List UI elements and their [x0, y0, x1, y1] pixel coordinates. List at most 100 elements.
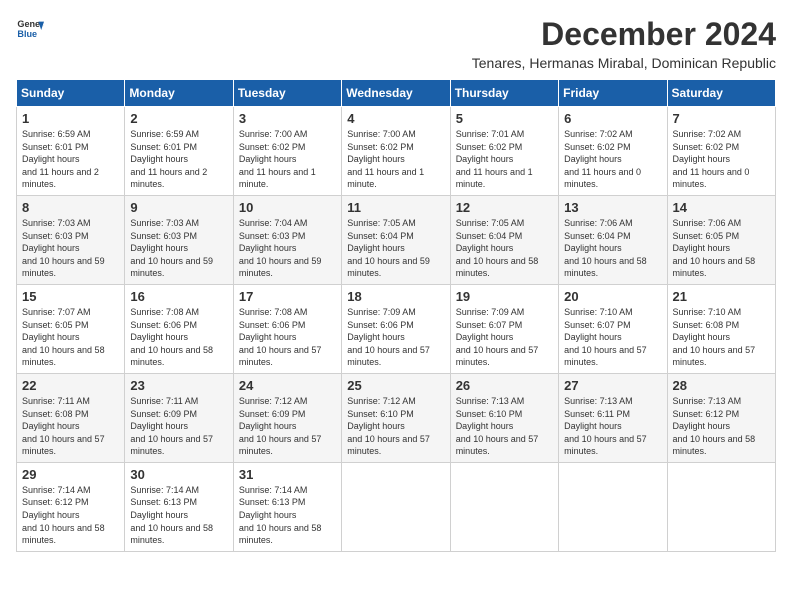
title-section: December 2024 Tenares, Hermanas Mirabal,…	[472, 16, 776, 71]
day-number: 29	[22, 467, 119, 482]
day-number: 25	[347, 378, 444, 393]
calendar-cell: 13Sunrise: 7:06 AMSunset: 6:04 PMDayligh…	[559, 195, 667, 284]
calendar-cell: 20Sunrise: 7:10 AMSunset: 6:07 PMDayligh…	[559, 284, 667, 373]
day-number: 4	[347, 111, 444, 126]
cell-content: Sunrise: 7:09 AMSunset: 6:06 PMDaylight …	[347, 306, 444, 369]
weekday-header: Thursday	[450, 80, 558, 107]
calendar-cell: 30 Sunrise: 7:14 AMSunset: 6:13 PMDayligh…	[125, 462, 233, 551]
cell-content: Sunrise: 7:14 AMSunset: 6:13 PMDaylight …	[239, 484, 336, 547]
day-number: 18	[347, 289, 444, 304]
calendar-cell: 9 Sunrise: 7:03 AMSunset: 6:03 PMDaylight…	[125, 195, 233, 284]
calendar-cell: 26Sunrise: 7:13 AMSunset: 6:10 PMDayligh…	[450, 373, 558, 462]
page-header: General Blue December 2024 Tenares, Herm…	[16, 16, 776, 71]
calendar-cell: 29 Sunrise: 7:14 AMSunset: 6:12 PMDayligh…	[17, 462, 125, 551]
weekday-header: Tuesday	[233, 80, 341, 107]
calendar-cell: 19 Sunrise: 7:09 AMSunset: 6:07 PMDayligh…	[450, 284, 558, 373]
cell-content: Sunrise: 7:13 AMSunset: 6:12 PMDaylight …	[673, 395, 770, 458]
calendar-cell: 6 Sunrise: 7:02 AMSunset: 6:02 PMDaylight…	[559, 107, 667, 196]
day-number: 16	[130, 289, 227, 304]
calendar-cell: 14Sunrise: 7:06 AMSunset: 6:05 PMDayligh…	[667, 195, 775, 284]
day-number: 8	[22, 200, 119, 215]
cell-content: Sunrise: 7:03 AMSunset: 6:03 PMDaylight …	[22, 217, 119, 280]
cell-content: Sunrise: 7:06 AMSunset: 6:05 PMDaylight …	[673, 217, 770, 280]
cell-content: Sunrise: 7:07 AMSunset: 6:05 PMDaylight …	[22, 306, 119, 369]
day-number: 30	[130, 467, 227, 482]
calendar-cell: 17 Sunrise: 7:08 AMSunset: 6:06 PMDayligh…	[233, 284, 341, 373]
calendar-cell: 15 Sunrise: 7:07 AMSunset: 6:05 PMDayligh…	[17, 284, 125, 373]
day-number: 12	[456, 200, 553, 215]
cell-content: Sunrise: 7:14 AMSunset: 6:13 PMDaylight …	[130, 484, 227, 547]
day-number: 2	[130, 111, 227, 126]
calendar-cell: 7 Sunrise: 7:02 AMSunset: 6:02 PMDaylight…	[667, 107, 775, 196]
day-number: 22	[22, 378, 119, 393]
cell-content: Sunrise: 7:13 AMSunset: 6:11 PMDaylight …	[564, 395, 661, 458]
calendar-cell	[342, 462, 450, 551]
cell-content: Sunrise: 7:05 AMSunset: 6:04 PMDaylight …	[456, 217, 553, 280]
logo: General Blue	[16, 16, 44, 44]
day-number: 7	[673, 111, 770, 126]
calendar-cell: 27 Sunrise: 7:13 AMSunset: 6:11 PMDayligh…	[559, 373, 667, 462]
calendar-cell: 8 Sunrise: 7:03 AMSunset: 6:03 PMDaylight…	[17, 195, 125, 284]
calendar-week-row: 1 Sunrise: 6:59 AMSunset: 6:01 PMDaylight…	[17, 107, 776, 196]
calendar-cell: 12 Sunrise: 7:05 AMSunset: 6:04 PMDayligh…	[450, 195, 558, 284]
day-number: 6	[564, 111, 661, 126]
weekday-header: Sunday	[17, 80, 125, 107]
cell-content: Sunrise: 7:02 AMSunset: 6:02 PMDaylight …	[673, 128, 770, 191]
day-number: 21	[673, 289, 770, 304]
calendar-cell: 25 Sunrise: 7:12 AMSunset: 6:10 PMDayligh…	[342, 373, 450, 462]
day-number: 15	[22, 289, 119, 304]
cell-content: Sunrise: 7:05 AMSunset: 6:04 PMDaylight …	[347, 217, 444, 280]
calendar-cell: 31 Sunrise: 7:14 AMSunset: 6:13 PMDayligh…	[233, 462, 341, 551]
cell-content: Sunrise: 7:00 AMSunset: 6:02 PMDaylight …	[239, 128, 336, 191]
calendar-cell	[667, 462, 775, 551]
calendar-cell: 3 Sunrise: 7:00 AMSunset: 6:02 PMDaylight…	[233, 107, 341, 196]
calendar-cell: 23Sunrise: 7:11 AMSunset: 6:09 PMDayligh…	[125, 373, 233, 462]
calendar-cell	[450, 462, 558, 551]
day-number: 9	[130, 200, 227, 215]
calendar-table: SundayMondayTuesdayWednesdayThursdayFrid…	[16, 79, 776, 552]
calendar-cell: 16 Sunrise: 7:08 AMSunset: 6:06 PMDayligh…	[125, 284, 233, 373]
day-number: 10	[239, 200, 336, 215]
weekday-header: Monday	[125, 80, 233, 107]
calendar-cell: 11 Sunrise: 7:05 AMSunset: 6:04 PMDayligh…	[342, 195, 450, 284]
day-number: 26	[456, 378, 553, 393]
day-number: 19	[456, 289, 553, 304]
logo-icon: General Blue	[16, 16, 44, 44]
cell-content: Sunrise: 7:06 AMSunset: 6:04 PMDaylight …	[564, 217, 661, 280]
calendar-cell: 1 Sunrise: 6:59 AMSunset: 6:01 PMDaylight…	[17, 107, 125, 196]
day-number: 20	[564, 289, 661, 304]
cell-content: Sunrise: 7:08 AMSunset: 6:06 PMDaylight …	[130, 306, 227, 369]
day-number: 11	[347, 200, 444, 215]
weekday-header: Friday	[559, 80, 667, 107]
calendar-week-row: 8 Sunrise: 7:03 AMSunset: 6:03 PMDaylight…	[17, 195, 776, 284]
cell-content: Sunrise: 7:08 AMSunset: 6:06 PMDaylight …	[239, 306, 336, 369]
calendar-cell: 18 Sunrise: 7:09 AMSunset: 6:06 PMDayligh…	[342, 284, 450, 373]
cell-content: Sunrise: 7:11 AMSunset: 6:08 PMDaylight …	[22, 395, 119, 458]
month-title: December 2024	[472, 16, 776, 53]
cell-content: Sunrise: 6:59 AMSunset: 6:01 PMDaylight …	[22, 128, 119, 191]
cell-content: Sunrise: 7:10 AMSunset: 6:08 PMDaylight …	[673, 306, 770, 369]
calendar-week-row: 15 Sunrise: 7:07 AMSunset: 6:05 PMDayligh…	[17, 284, 776, 373]
day-number: 1	[22, 111, 119, 126]
day-number: 23	[130, 378, 227, 393]
calendar-cell: 21 Sunrise: 7:10 AMSunset: 6:08 PMDayligh…	[667, 284, 775, 373]
cell-content: Sunrise: 7:02 AMSunset: 6:02 PMDaylight …	[564, 128, 661, 191]
cell-content: Sunrise: 7:04 AMSunset: 6:03 PMDaylight …	[239, 217, 336, 280]
cell-content: Sunrise: 7:14 AMSunset: 6:12 PMDaylight …	[22, 484, 119, 547]
calendar-week-row: 29 Sunrise: 7:14 AMSunset: 6:12 PMDayligh…	[17, 462, 776, 551]
day-number: 5	[456, 111, 553, 126]
cell-content: Sunrise: 7:12 AMSunset: 6:10 PMDaylight …	[347, 395, 444, 458]
cell-content: Sunrise: 7:09 AMSunset: 6:07 PMDaylight …	[456, 306, 553, 369]
day-number: 17	[239, 289, 336, 304]
day-number: 27	[564, 378, 661, 393]
calendar-week-row: 22 Sunrise: 7:11 AMSunset: 6:08 PMDayligh…	[17, 373, 776, 462]
calendar-cell: 28Sunrise: 7:13 AMSunset: 6:12 PMDayligh…	[667, 373, 775, 462]
calendar-cell: 24 Sunrise: 7:12 AMSunset: 6:09 PMDayligh…	[233, 373, 341, 462]
cell-content: Sunrise: 7:12 AMSunset: 6:09 PMDaylight …	[239, 395, 336, 458]
day-number: 3	[239, 111, 336, 126]
calendar-cell	[559, 462, 667, 551]
day-number: 31	[239, 467, 336, 482]
day-number: 24	[239, 378, 336, 393]
cell-content: Sunrise: 7:00 AMSunset: 6:02 PMDaylight …	[347, 128, 444, 191]
cell-content: Sunrise: 7:03 AMSunset: 6:03 PMDaylight …	[130, 217, 227, 280]
